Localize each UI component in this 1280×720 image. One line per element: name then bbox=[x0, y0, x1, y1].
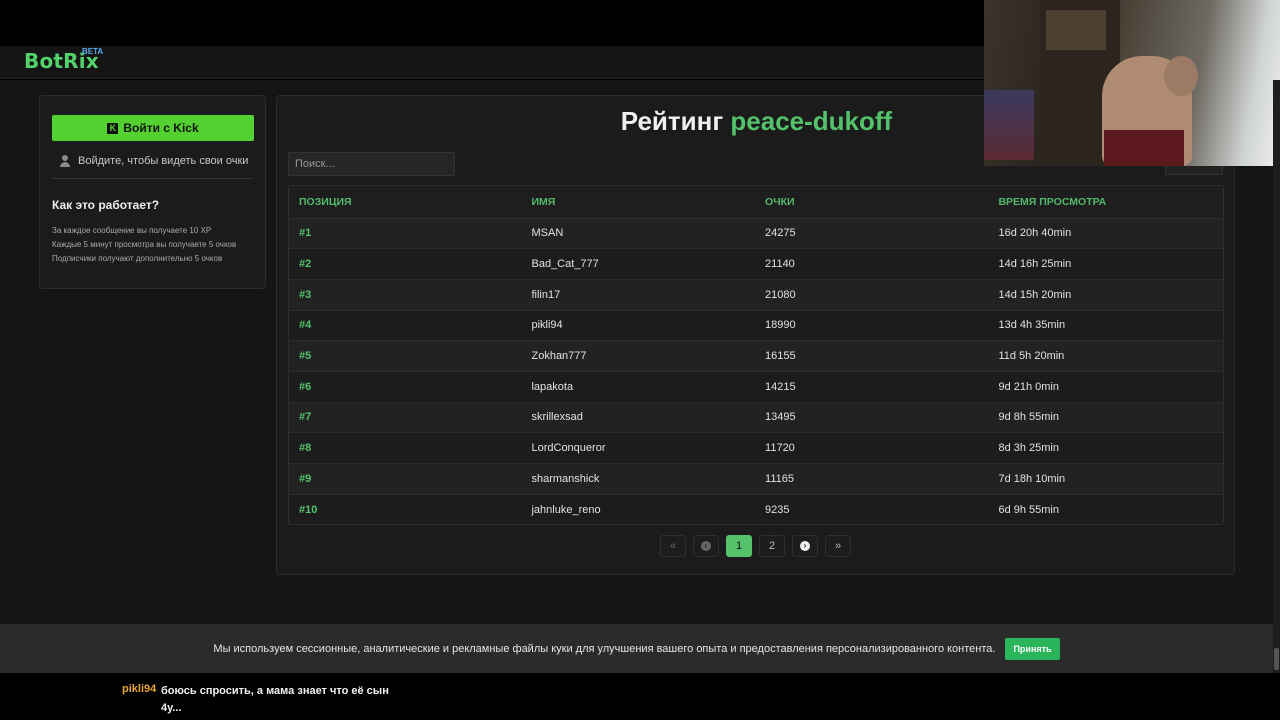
how-it-works-line: Каждые 5 минут просмотра вы получаете 5 … bbox=[52, 240, 237, 249]
table-row: #10 jahnluke_reno 9235 6d 9h 55min bbox=[289, 493, 1223, 524]
chevron-left-icon: ‹ bbox=[701, 541, 711, 551]
points-cell: 21080 bbox=[755, 278, 989, 311]
title-prefix: Рейтинг bbox=[620, 106, 724, 136]
name-cell[interactable]: lapakota bbox=[521, 370, 756, 403]
user-icon bbox=[60, 155, 70, 167]
first-page-button[interactable]: « bbox=[660, 535, 686, 557]
name-cell[interactable]: MSAN bbox=[521, 217, 756, 249]
table-row: #3 filin17 21080 14d 15h 20min bbox=[289, 278, 1223, 311]
column-header-name[interactable]: ИМЯ bbox=[521, 186, 756, 219]
table-row: #2 Bad_Cat_777 21140 14d 16h 25min bbox=[289, 248, 1223, 280]
how-it-works-title: Как это работает? bbox=[52, 198, 160, 212]
table-row: #1 MSAN 24275 16d 20h 40min bbox=[289, 217, 1223, 249]
scrollbar-thumb[interactable] bbox=[1274, 648, 1279, 670]
chat-overlay: pikli94 боюсь спросить, а мама знает что… bbox=[0, 673, 1280, 720]
position-cell: #3 bbox=[289, 278, 522, 311]
scrollbar[interactable] bbox=[1273, 80, 1280, 673]
leaderboard-card: Рейтинг peace-dukoff ПОЗИЦИЯ ИМЯ ОЧКИ ВР… bbox=[276, 95, 1235, 575]
table-row: #4 pikli94 18990 13d 4h 35min bbox=[289, 309, 1223, 341]
points-cell: 11720 bbox=[755, 432, 989, 464]
watchtime-cell: 16d 20h 40min bbox=[988, 217, 1223, 249]
position-cell: #6 bbox=[289, 370, 522, 403]
position-cell: #2 bbox=[289, 248, 522, 280]
cookie-banner: Мы используем сессионные, аналитические … bbox=[0, 624, 1273, 673]
table-row: #9 sharmanshick 11165 7d 18h 10min bbox=[289, 463, 1223, 495]
sidebar-card: K Войти с Kick Войдите, чтобы видеть сво… bbox=[39, 95, 266, 289]
table-row: #6 lapakota 14215 9d 21h 0min bbox=[289, 370, 1223, 403]
login-button-label: Войти с Kick bbox=[123, 121, 199, 135]
pagination: « ‹ 1 2 › » bbox=[660, 535, 851, 557]
last-page-button[interactable]: » bbox=[825, 535, 851, 557]
name-cell[interactable]: filin17 bbox=[521, 278, 756, 311]
position-cell: #4 bbox=[289, 309, 522, 341]
table-row: #7 skrillexsad 13495 9d 8h 55min bbox=[289, 401, 1223, 433]
column-header-points[interactable]: ОЧКИ bbox=[755, 186, 989, 219]
chat-message: боюсь спросить, а мама знает что её сын … bbox=[161, 685, 389, 714]
column-header-watchtime[interactable]: ВРЕМЯ ПРОСМОТРА bbox=[988, 186, 1223, 219]
position-cell: #1 bbox=[289, 217, 522, 249]
cookie-text: Мы используем сессионные, аналитические … bbox=[213, 642, 996, 655]
login-hint: Войдите, чтобы видеть свои очки bbox=[60, 153, 260, 169]
how-it-works-line: Подписчики получают дополнительно 5 очко… bbox=[52, 254, 223, 263]
search-input[interactable] bbox=[288, 152, 455, 176]
prev-page-button[interactable]: ‹ bbox=[693, 535, 719, 557]
chevron-right-icon: › bbox=[800, 541, 810, 551]
accept-cookies-button[interactable]: Принять bbox=[1005, 637, 1060, 660]
next-page-button[interactable]: › bbox=[792, 535, 818, 557]
webcam-streamer-head bbox=[1164, 56, 1198, 96]
name-cell[interactable]: Zokhan777 bbox=[521, 340, 756, 372]
position-cell: #7 bbox=[289, 401, 522, 433]
webcam-overlay bbox=[984, 0, 1280, 166]
leaderboard-table: ПОЗИЦИЯ ИМЯ ОЧКИ ВРЕМЯ ПРОСМОТРА #1 MSAN 2… bbox=[288, 185, 1224, 525]
points-cell: 16155 bbox=[755, 340, 989, 372]
table-row: #8 LordConqueror 11720 8d 3h 25min bbox=[289, 432, 1223, 464]
name-cell[interactable]: Bad_Cat_777 bbox=[521, 248, 756, 280]
page-2-button[interactable]: 2 bbox=[759, 535, 785, 557]
how-it-works-line: За каждое сообщение вы получаете 10 XP bbox=[52, 226, 212, 235]
watchtime-cell: 7d 18h 10min bbox=[988, 463, 1223, 495]
watchtime-cell: 9d 21h 0min bbox=[988, 370, 1223, 403]
chat-username: pikli94 bbox=[122, 683, 157, 695]
watchtime-cell: 11d 5h 20min bbox=[988, 340, 1223, 372]
table-header-row: ПОЗИЦИЯ ИМЯ ОЧКИ ВРЕМЯ ПРОСМОТРА bbox=[289, 186, 1223, 219]
position-cell: #5 bbox=[289, 340, 522, 372]
points-cell: 13495 bbox=[755, 401, 989, 433]
position-cell: #8 bbox=[289, 432, 522, 464]
name-cell[interactable]: LordConqueror bbox=[521, 432, 756, 464]
position-cell: #10 bbox=[289, 493, 522, 524]
divider bbox=[52, 178, 254, 179]
login-with-kick-button[interactable]: K Войти с Kick bbox=[52, 115, 254, 141]
login-hint-text: Войдите, чтобы видеть свои очки bbox=[78, 155, 249, 167]
watchtime-cell: 9d 8h 55min bbox=[988, 401, 1223, 433]
points-cell: 21140 bbox=[755, 248, 989, 280]
beta-badge: BETA bbox=[82, 47, 104, 56]
webcam-chair bbox=[1104, 130, 1184, 166]
points-cell: 9235 bbox=[755, 493, 989, 524]
name-cell[interactable]: sharmanshick bbox=[521, 463, 756, 495]
points-cell: 24275 bbox=[755, 217, 989, 249]
page-1-button[interactable]: 1 bbox=[726, 535, 752, 557]
watchtime-cell: 14d 15h 20min bbox=[988, 278, 1223, 311]
channel-name: peace-dukoff bbox=[730, 106, 893, 136]
how-it-works-list: За каждое сообщение вы получаете 10 XP К… bbox=[52, 224, 236, 266]
name-cell[interactable]: pikli94 bbox=[521, 309, 756, 341]
watchtime-cell: 8d 3h 25min bbox=[988, 432, 1223, 464]
name-cell[interactable]: jahnluke_reno bbox=[521, 493, 756, 524]
name-cell[interactable]: skrillexsad bbox=[521, 401, 756, 433]
table-row: #5 Zokhan777 16155 11d 5h 20min bbox=[289, 340, 1223, 372]
points-cell: 14215 bbox=[755, 370, 989, 403]
points-cell: 11165 bbox=[755, 463, 989, 495]
watchtime-cell: 6d 9h 55min bbox=[988, 493, 1223, 524]
webcam-flag bbox=[984, 90, 1034, 160]
kick-icon: K bbox=[107, 122, 119, 134]
watchtime-cell: 13d 4h 35min bbox=[988, 309, 1223, 341]
watchtime-cell: 14d 16h 25min bbox=[988, 248, 1223, 280]
position-cell: #9 bbox=[289, 463, 522, 495]
points-cell: 18990 bbox=[755, 309, 989, 341]
column-header-position[interactable]: ПОЗИЦИЯ bbox=[289, 186, 522, 219]
